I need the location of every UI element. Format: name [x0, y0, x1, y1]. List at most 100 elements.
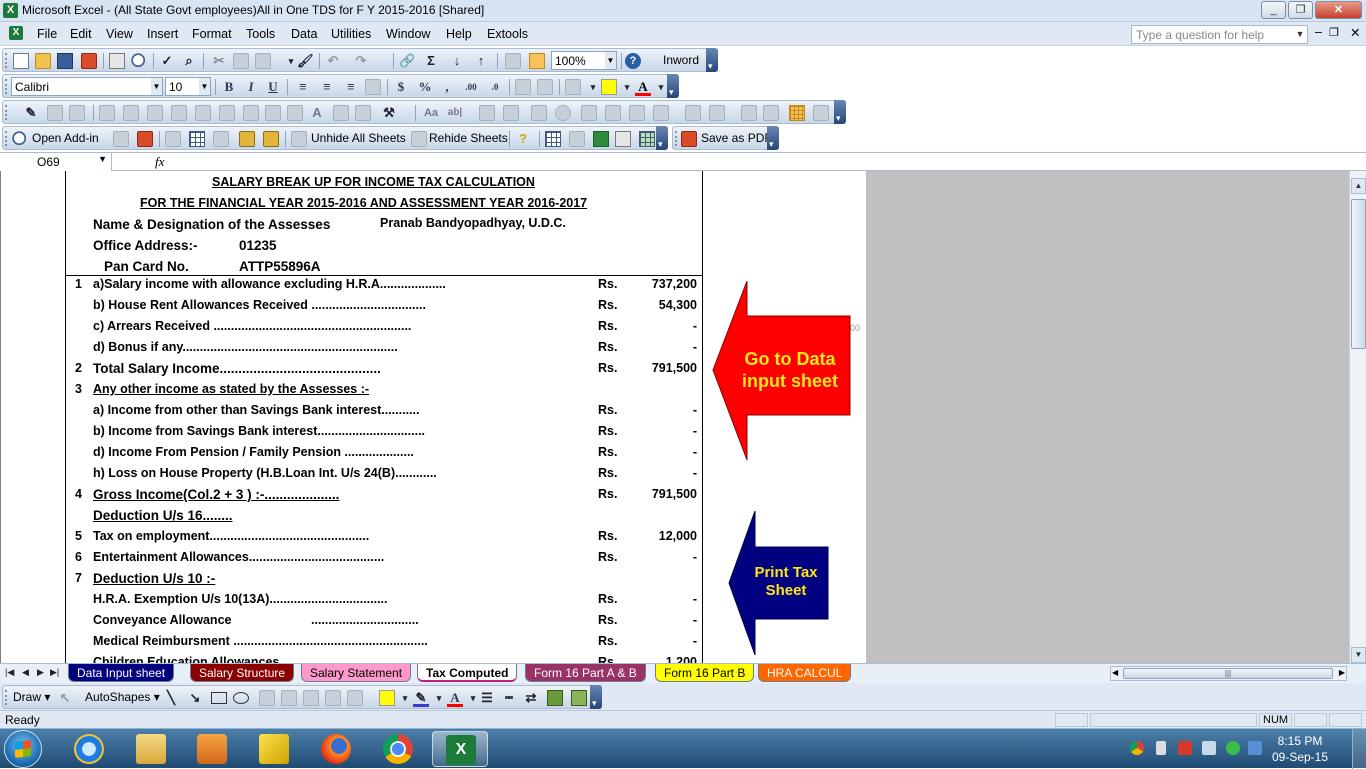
unhide-all-sheets-button[interactable]: Unhide All Sheets — [311, 131, 406, 145]
excel-app-icon[interactable]: X — [3, 3, 18, 18]
taskbar-tool-button[interactable] — [246, 731, 302, 767]
line-icon[interactable]: ╲ — [163, 690, 179, 706]
sort-descending-icon[interactable]: ↑ — [473, 53, 489, 69]
comma-style-icon[interactable]: , — [439, 79, 455, 95]
cut-icon[interactable]: ✂ — [211, 53, 227, 69]
row-amount[interactable]: - — [625, 634, 697, 648]
taskbar-media-button[interactable] — [184, 731, 240, 767]
menu-help[interactable]: Help — [446, 27, 472, 41]
tool-icon[interactable] — [593, 131, 609, 147]
calculator-icon[interactable] — [615, 131, 631, 147]
next-sheet-icon[interactable]: ▶ — [37, 667, 44, 678]
minimize-button[interactable]: _ — [1261, 1, 1286, 19]
line-color-icon[interactable]: ✎ — [413, 690, 429, 707]
system-clock[interactable]: 8:15 PM 09-Sep-15 — [1260, 733, 1340, 765]
picture-icon[interactable] — [347, 690, 363, 706]
align-right-icon[interactable]: ≡ — [343, 79, 359, 95]
chrome-tray-icon[interactable] — [1130, 741, 1144, 755]
form-control-icon[interactable] — [479, 105, 495, 121]
label-control-icon[interactable]: A — [309, 105, 325, 121]
underline-icon[interactable]: U — [265, 79, 281, 95]
network-icon[interactable] — [1178, 741, 1192, 755]
toolbar-options-button[interactable] — [706, 48, 718, 72]
chevron-down-icon[interactable]: ▼ — [1294, 26, 1306, 43]
draw-menu-button[interactable]: Draw ▾ — [13, 690, 50, 704]
merge-center-icon[interactable] — [365, 79, 381, 95]
menu-utilities[interactable]: Utilities — [331, 27, 371, 41]
row-amount[interactable]: - — [625, 445, 697, 459]
toolbar-options-button[interactable] — [667, 74, 679, 98]
increase-decimal-icon[interactable]: .00 — [463, 79, 479, 95]
row-amount[interactable]: 12,000 — [625, 529, 697, 543]
tool-icon[interactable] — [113, 131, 129, 147]
line-style-icon[interactable]: ☰ — [479, 690, 495, 706]
menu-extools[interactable]: Extools — [487, 27, 528, 41]
diagram-icon[interactable] — [303, 690, 319, 706]
scroll-left-icon[interactable]: ◀ — [1112, 668, 1118, 677]
menu-edit[interactable]: Edit — [70, 27, 92, 41]
redo-icon[interactable]: ↷ — [353, 53, 369, 69]
fill-color-icon[interactable] — [601, 79, 617, 95]
open-folder-icon[interactable] — [35, 53, 51, 69]
taskbar-explorer-button[interactable] — [123, 731, 179, 767]
chevron-down-icon[interactable]: ▼ — [98, 154, 107, 164]
row-amount[interactable]: - — [625, 424, 697, 438]
sheet-tab[interactable]: Salary Statement — [301, 664, 412, 682]
borders-icon[interactable] — [565, 79, 581, 95]
currency-icon[interactable]: $ — [393, 79, 409, 95]
form-control-icon[interactable] — [503, 105, 519, 121]
open-addin-button[interactable]: Open Add-in — [32, 131, 99, 145]
prev-sheet-icon[interactable]: ◀ — [22, 667, 29, 678]
form-control-icon[interactable] — [195, 105, 211, 121]
autosum-icon[interactable]: Σ — [423, 53, 439, 69]
status-tray-icon[interactable] — [1226, 741, 1240, 755]
rectangle-icon[interactable] — [211, 692, 227, 704]
print-tax-sheet-label[interactable]: Print Tax Sheet — [746, 564, 826, 600]
undo-icon[interactable]: ↶ — [325, 53, 341, 69]
sheet-tab[interactable]: Tax Computed — [417, 664, 518, 682]
wordart-icon[interactable] — [281, 690, 297, 706]
row-amount[interactable]: 54,300 — [625, 298, 697, 312]
vertical-scrollbar[interactable]: ▲ ▼ — [1349, 171, 1366, 663]
form-control-icon[interactable] — [47, 105, 63, 121]
row-amount[interactable]: 1,200 — [625, 655, 697, 663]
row-amount[interactable]: - — [625, 592, 697, 606]
toolbar-options-button[interactable] — [767, 126, 779, 150]
horizontal-scrollbar[interactable]: ◀ ||| ▶ — [1110, 666, 1347, 681]
help-search-input[interactable]: Type a question for help ▼ — [1131, 25, 1308, 44]
form-control-icon[interactable] — [219, 105, 235, 121]
option-button-icon[interactable] — [555, 105, 571, 121]
menu-view[interactable]: View — [106, 27, 133, 41]
pan-value[interactable]: ATTP55896A — [239, 259, 321, 274]
zoom-select[interactable]: 100% ▼ — [551, 51, 617, 70]
edit-box-icon[interactable]: ab| — [447, 105, 463, 121]
form-control-icon[interactable] — [123, 105, 139, 121]
row-amount[interactable]: - — [625, 340, 697, 354]
scroll-right-icon[interactable]: ▶ — [1339, 668, 1345, 677]
unlock-icon[interactable] — [239, 131, 255, 147]
help-icon[interactable]: ? — [625, 53, 641, 69]
sheet-tab[interactable]: HRA CALCUL — [758, 664, 852, 682]
name-value[interactable]: Pranab Bandyopadhyay, U.D.C. — [380, 216, 566, 230]
insert-function-icon[interactable]: fx — [155, 154, 164, 170]
shadow-style-icon[interactable] — [547, 690, 563, 706]
start-button[interactable] — [4, 730, 42, 768]
document-icon[interactable]: X — [9, 26, 23, 40]
notification-icon[interactable] — [1156, 741, 1166, 755]
text-box-icon[interactable] — [259, 690, 275, 706]
first-sheet-icon[interactable]: |◀ — [5, 667, 14, 678]
form-control-icon[interactable] — [333, 105, 349, 121]
taskbar-chrome-button[interactable] — [370, 731, 426, 767]
chevron-down-icon[interactable]: ▾ — [585, 79, 601, 95]
toolbar-grip[interactable] — [675, 131, 678, 146]
toolbar-options-button[interactable] — [656, 126, 668, 150]
italic-icon[interactable]: I — [243, 79, 259, 95]
font-color-icon[interactable]: A — [635, 79, 651, 96]
sheet-tab[interactable]: Form 16 Part B — [655, 664, 755, 682]
row-amount[interactable]: - — [625, 466, 697, 480]
font-size-select[interactable]: 10 ▼ — [165, 77, 211, 96]
save-as-pdf-button[interactable]: Save as PDF — [701, 131, 772, 145]
3d-style-icon[interactable] — [571, 690, 587, 706]
form-control-icon[interactable] — [581, 105, 597, 121]
grid-icon[interactable] — [189, 131, 205, 147]
